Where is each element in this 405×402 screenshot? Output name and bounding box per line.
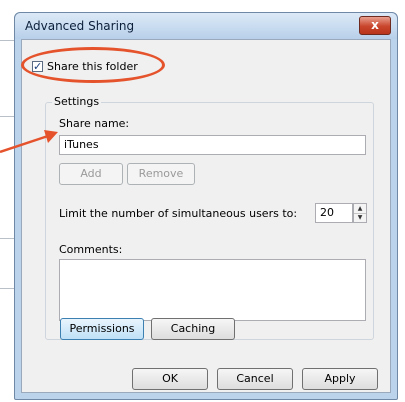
annotation-arrow-line: [0, 134, 49, 154]
annotation-arrow-icon: [0, 130, 58, 154]
annotation-arrow-head: [44, 130, 58, 143]
